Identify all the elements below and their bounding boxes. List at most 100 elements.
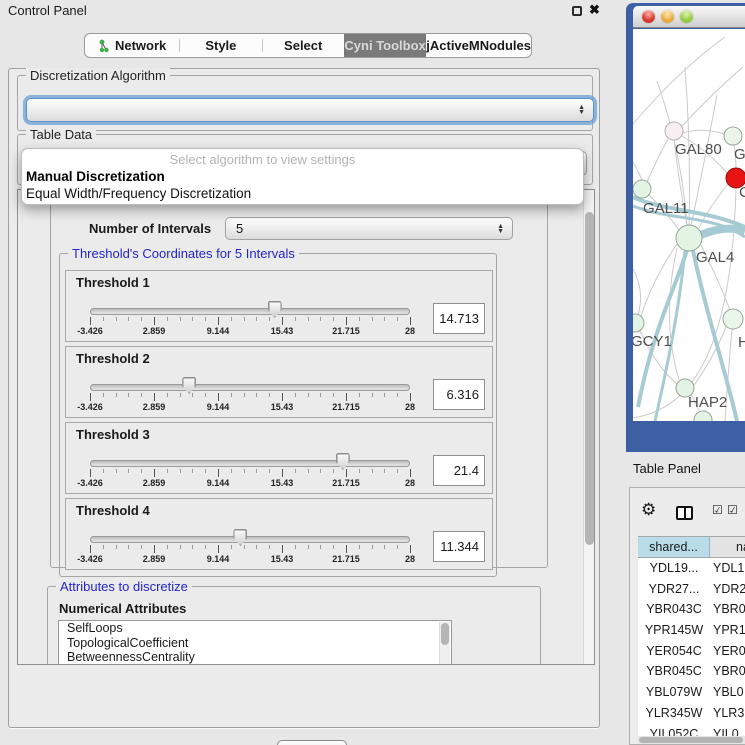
table-hscrollbar[interactable] [638,736,745,744]
tick-label: 2.859 [143,478,166,488]
network-node-hap1-node[interactable] [723,309,743,329]
tab-network[interactable]: Network [85,34,179,57]
table-row[interactable]: YLR345WYLR3 [638,703,745,724]
threshold-value-field[interactable]: 6.316 [433,379,485,410]
cell-shared-name[interactable]: YBL079W [638,682,710,703]
cell-shared-name[interactable]: YPR145W [638,620,710,641]
threshold-value-field[interactable]: 11.344 [433,531,485,562]
attribute-list-item[interactable]: BetweennessCentrality [59,650,451,665]
tick-mark [90,317,91,325]
network-node-gcy1-node[interactable] [633,314,644,332]
number-of-intervals-combobox[interactable]: 5 ▲▼ [225,217,513,240]
table-row[interactable]: YBL079WYBL0 [638,682,745,703]
network-node-bottom-node[interactable] [694,411,712,421]
checkbox-icon[interactable]: ☑ [712,504,723,516]
column-header-name[interactable]: na [710,537,745,557]
scrollbar-thumb[interactable] [441,623,449,645]
slider-thumb[interactable] [233,529,247,546]
network-canvas[interactable]: GAL80GACGAL11GAL4GCY1HHAP2 [633,29,745,421]
cell-shared-name[interactable]: YLR345W [638,703,710,724]
table-row[interactable]: YIL052CYIL0 [638,724,745,737]
minimize-traffic-light[interactable] [661,10,674,23]
option-equal-width-frequency[interactable]: Equal Width/Frequency Discretization [26,186,251,201]
slider-thumb[interactable] [336,453,350,470]
cell-name[interactable]: YDL1 [710,558,745,579]
network-node-top-right-node[interactable] [724,127,742,145]
tick-mark [103,469,104,473]
gear-icon[interactable]: ⚙ [641,501,656,518]
cell-shared-name[interactable]: YDR27... [638,579,710,600]
tick-mark [141,469,142,473]
threshold-value-field[interactable]: 14.713 [433,303,485,334]
tick-mark [218,317,219,325]
algorithm-combobox[interactable]: ▲▼ [26,98,594,122]
cell-name[interactable]: YBR0 [710,599,745,620]
tick-mark [346,393,347,401]
slider-track[interactable] [90,536,410,543]
cell-shared-name[interactable]: YBR045C [638,661,710,682]
cell-shared-name[interactable]: YIL052C [638,724,710,737]
table-row[interactable]: YBR043CYBR0 [638,599,745,620]
apply-button[interactable]: Apply [277,740,347,745]
tab-select[interactable]: Select [263,34,344,57]
column-header-shared-name[interactable]: shared... [638,537,710,557]
checkbox-icon[interactable]: ☑ [727,504,738,516]
tab-jactivemnodules[interactable]: jActiveMNodules [426,34,531,57]
close-traffic-light[interactable] [642,10,655,23]
network-node-gal80-node[interactable] [665,122,683,140]
network-edge[interactable] [633,162,642,180]
network-node-gal11-node[interactable] [633,180,651,198]
slider-track[interactable] [90,384,410,391]
cell-name[interactable]: YDR2 [710,579,745,600]
table-row[interactable]: YDL19...YDL1 [638,558,745,579]
cell-shared-name[interactable]: YDL19... [638,558,710,579]
float-window-icon[interactable] [572,6,582,16]
tick-mark [128,545,129,549]
threshold-value-field[interactable]: 21.4 [433,455,485,486]
cell-name[interactable]: YLR3 [710,703,745,724]
attributes-scrollbar[interactable] [439,622,450,665]
scrollbar-thumb[interactable] [585,212,594,545]
node-label: GAL4 [696,249,734,266]
cell-name[interactable]: YIL0 [710,724,745,737]
tick-mark [231,393,232,397]
tab-style[interactable]: Style [180,34,261,57]
cell-name[interactable]: YER0 [710,641,745,662]
network-edge[interactable] [647,139,668,182]
slider-track[interactable] [90,460,410,467]
cell-shared-name[interactable]: YER054C [638,641,710,662]
attribute-list-item[interactable]: TopologicalCoefficient [59,636,451,651]
tick-mark [218,393,219,401]
cell-name[interactable]: YBL0 [710,682,745,703]
network-edge[interactable] [633,37,725,124]
zoom-traffic-light[interactable] [680,10,693,23]
tick-mark [116,317,117,321]
settings-scrollbar[interactable] [583,190,595,664]
cell-name[interactable]: YBR0 [710,661,745,682]
columns-icon[interactable] [676,506,693,520]
table-row[interactable]: YER054CYER0 [638,641,745,662]
network-window-titlebar[interactable] [633,6,745,28]
network-edge[interactable] [691,95,717,226]
attribute-list-item[interactable]: SelfLoops [59,621,451,636]
scrollbar-thumb[interactable] [639,737,743,743]
slider-thumb[interactable] [268,301,282,318]
tick-mark [346,545,347,553]
network-node-gal4-node[interactable] [676,225,702,251]
tick-mark [359,545,360,549]
cell-name[interactable]: YPR1 [710,620,745,641]
tick-label: 21.715 [332,326,360,336]
network-edge[interactable] [633,269,641,315]
slider-track[interactable] [90,308,410,315]
network-edge[interactable] [683,130,724,134]
tab-cyni-toolbox[interactable]: Cyni Toolbox [344,34,426,57]
table-row[interactable]: YBR045CYBR0 [638,661,745,682]
tick-mark [397,469,398,473]
option-manual-discretization[interactable]: Manual Discretization [26,169,165,184]
table-row[interactable]: YPR145WYPR1 [638,620,745,641]
close-icon[interactable]: ✖ [589,2,600,18]
table-row[interactable]: YDR27...YDR2 [638,579,745,600]
cell-shared-name[interactable]: YBR043C [638,599,710,620]
numerical-attributes-list[interactable]: SelfLoopsTopologicalCoefficientBetweenne… [58,620,452,665]
slider-thumb[interactable] [182,377,196,394]
